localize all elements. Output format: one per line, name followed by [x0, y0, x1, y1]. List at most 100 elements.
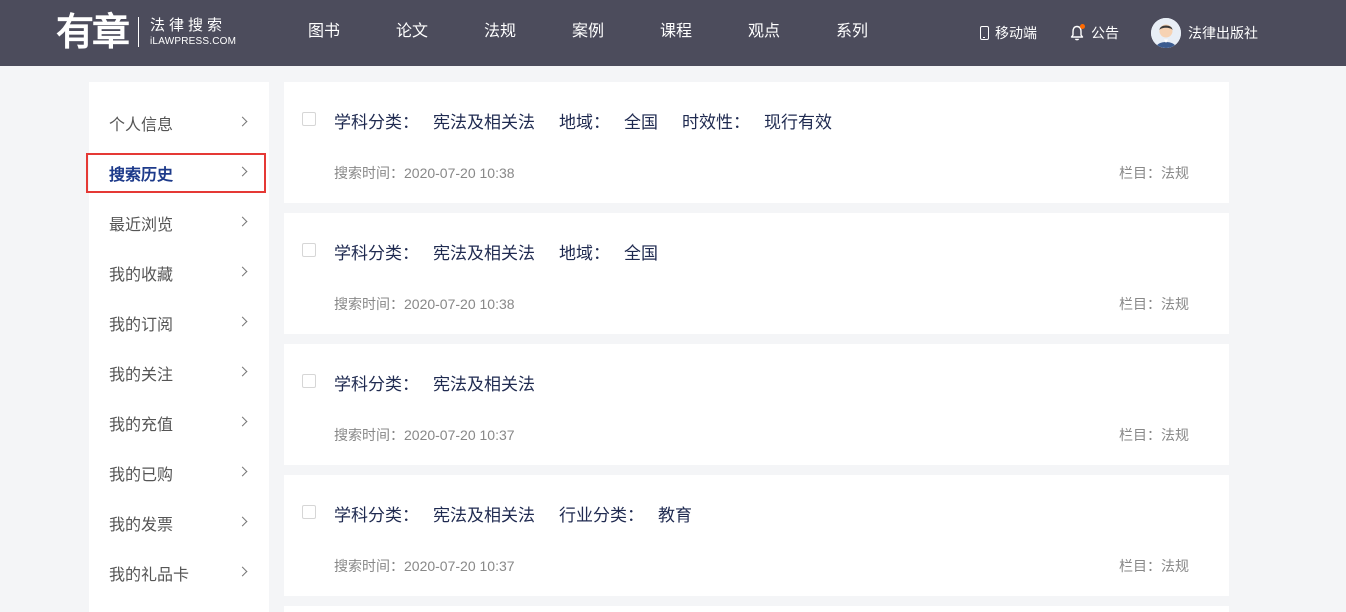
account-sidebar: 个人信息 搜索历史 最近浏览 我的收藏 我的订阅 我的关注 我的充值 我的已购 …: [86, 82, 269, 612]
top-header: 有章 法律搜索 iLAWPRESS.COM 图书 论文 法规 案例 课程 观点 …: [0, 0, 1346, 66]
header-actions: 移动端 公告 法律出版社: [980, 0, 1258, 66]
avatar: [1151, 18, 1181, 48]
sidebar-item-label: 搜索历史: [109, 167, 174, 184]
select-checkbox[interactable]: [302, 505, 316, 519]
search-column: 栏目：法规: [1119, 427, 1189, 443]
filter-key: 学科分类：: [334, 244, 419, 263]
select-checkbox[interactable]: [302, 374, 316, 388]
notice-link[interactable]: 公告: [1069, 23, 1119, 43]
search-time: 搜索时间：2020-07-20 10:38: [334, 296, 515, 312]
notice-label: 公告: [1091, 25, 1119, 41]
chevron-right-icon: [237, 116, 248, 127]
history-card[interactable]: 学科分类： 宪法及相关法 搜索时间：2020-07-20 10:37 栏目：法规: [284, 344, 1229, 465]
filter-value: 宪法及相关法: [433, 375, 535, 394]
mobile-link[interactable]: 移动端: [980, 23, 1037, 43]
chevron-right-icon: [237, 316, 248, 327]
main-nav: 图书 论文 法规 案例 课程 观点 系列: [308, 0, 924, 66]
sidebar-item-following[interactable]: 我的关注: [89, 353, 269, 393]
filter-key: 行业分类：: [559, 506, 644, 525]
nav-item-regulations[interactable]: 法规: [484, 0, 572, 66]
sidebar-item-label: 个人信息: [109, 117, 174, 134]
search-time: 搜索时间：2020-07-20 10:37: [334, 558, 515, 574]
notice-badge-dot: [1080, 24, 1085, 29]
search-conditions[interactable]: 学科分类： 宪法及相关法: [334, 370, 559, 395]
sidebar-item-label: 最近浏览: [109, 217, 174, 234]
nav-item-viewpoints[interactable]: 观点: [748, 0, 836, 66]
chevron-right-icon: [237, 566, 248, 577]
search-conditions[interactable]: 学科分类： 宪法及相关法 行业分类： 教育: [334, 501, 716, 526]
sidebar-item-favorites[interactable]: 我的收藏: [89, 253, 269, 293]
bell-icon: [1069, 24, 1085, 42]
chevron-right-icon: [237, 516, 248, 527]
nav-item-papers[interactable]: 论文: [396, 0, 484, 66]
filter-item: 学科分类： 宪法及相关法: [334, 113, 535, 132]
sidebar-item-label: 我的收藏: [109, 267, 174, 284]
search-time: 搜索时间：2020-07-20 10:37: [334, 427, 515, 443]
search-column: 栏目：法规: [1119, 296, 1189, 312]
site-logo[interactable]: 有章 法律搜索 iLAWPRESS.COM: [56, 9, 236, 55]
filter-key: 学科分类：: [334, 506, 419, 525]
chevron-right-icon: [237, 266, 248, 277]
filter-key: 地域：: [559, 113, 610, 132]
chevron-right-icon: [237, 166, 248, 177]
filter-value: 宪法及相关法: [433, 506, 535, 525]
logo-english-name: iLAWPRESS.COM: [150, 35, 237, 47]
logo-chinese-name: 法律搜索: [150, 16, 227, 34]
filter-value: 宪法及相关法: [433, 244, 535, 263]
select-checkbox[interactable]: [302, 112, 316, 126]
sidebar-item-profile[interactable]: 个人信息: [89, 103, 269, 143]
filter-item: 学科分类： 宪法及相关法: [334, 244, 535, 263]
sidebar-item-purchased[interactable]: 我的已购: [89, 453, 269, 493]
filter-value: 全国: [624, 113, 658, 132]
chevron-right-icon: [237, 416, 248, 427]
sidebar-item-label: 我的充值: [109, 417, 174, 434]
nav-item-courses[interactable]: 课程: [660, 0, 748, 66]
sidebar-item-label: 我的发票: [109, 517, 174, 534]
filter-item: 学科分类： 宪法及相关法: [334, 506, 535, 525]
filter-item: 时效性： 现行有效: [682, 113, 832, 132]
search-conditions[interactable]: 学科分类： 宪法及相关法 地域： 全国: [334, 239, 682, 264]
chevron-right-icon: [237, 466, 248, 477]
filter-item: 学科分类： 宪法及相关法: [334, 375, 535, 394]
search-conditions[interactable]: 学科分类： 宪法及相关法 地域： 全国 时效性： 现行有效: [334, 108, 856, 133]
filter-key: 地域：: [559, 244, 610, 263]
sidebar-item-label: 我的订阅: [109, 317, 174, 334]
filter-item: 地域： 全国: [559, 113, 658, 132]
sidebar-item-subscriptions[interactable]: 我的订阅: [89, 303, 269, 343]
sidebar-item-label: 我的礼品卡: [109, 567, 190, 584]
nav-item-cases[interactable]: 案例: [572, 0, 660, 66]
filter-value: 教育: [658, 506, 692, 525]
sidebar-item-label: 我的关注: [109, 367, 174, 384]
user-menu[interactable]: 法律出版社: [1151, 18, 1258, 48]
search-column: 栏目：法规: [1119, 558, 1189, 574]
search-column: 栏目：法规: [1119, 165, 1189, 181]
mobile-label: 移动端: [995, 25, 1037, 41]
select-checkbox[interactable]: [302, 243, 316, 257]
history-card[interactable]: 学科分类： 宪法及相关法 地域： 全国 搜索时间：2020-07-20 10:38 栏…: [284, 213, 1229, 334]
sidebar-item-label: 我的已购: [109, 467, 174, 484]
history-card-partial: [284, 606, 1229, 612]
filter-value: 宪法及相关法: [433, 113, 535, 132]
filter-value: 现行有效: [764, 113, 832, 132]
logo-text: 法律搜索 iLAWPRESS.COM: [150, 17, 236, 48]
nav-item-books[interactable]: 图书: [308, 0, 396, 66]
history-card[interactable]: 学科分类： 宪法及相关法 行业分类： 教育 搜索时间：2020-07-20 10:37…: [284, 475, 1229, 596]
mobile-phone-icon: [980, 26, 989, 40]
sidebar-item-search-history[interactable]: 搜索历史: [86, 153, 266, 193]
search-time: 搜索时间：2020-07-20 10:38: [334, 165, 515, 181]
history-card[interactable]: 学科分类： 宪法及相关法 地域： 全国 时效性： 现行有效 搜索时间：2020-07-20…: [284, 82, 1229, 203]
filter-key: 时效性：: [682, 113, 750, 132]
chevron-right-icon: [237, 366, 248, 377]
filter-value: 全国: [624, 244, 658, 263]
logo-mark: 有章: [56, 9, 130, 54]
sidebar-item-recharge[interactable]: 我的充值: [89, 403, 269, 443]
user-name: 法律出版社: [1188, 25, 1258, 41]
sidebar-item-gift-cards[interactable]: 我的礼品卡: [89, 553, 269, 593]
sidebar-item-recent-views[interactable]: 最近浏览: [89, 203, 269, 243]
filter-key: 学科分类：: [334, 375, 419, 394]
nav-item-series[interactable]: 系列: [836, 0, 924, 66]
sidebar-item-invoices[interactable]: 我的发票: [89, 503, 269, 543]
logo-divider: [138, 17, 140, 47]
chevron-right-icon: [237, 216, 248, 227]
filter-item: 地域： 全国: [559, 244, 658, 263]
